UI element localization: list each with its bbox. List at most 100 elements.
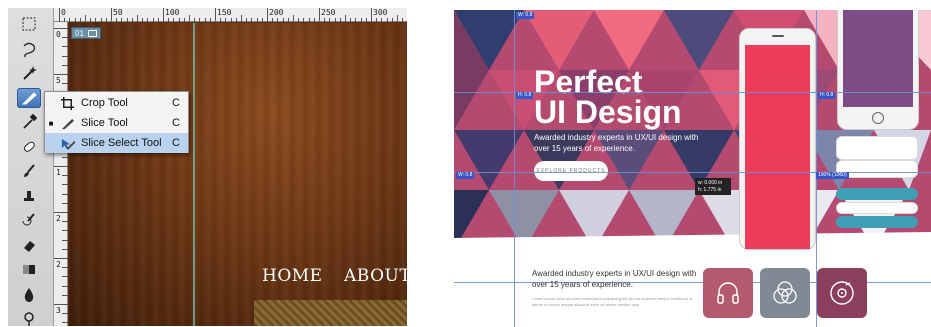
measurement-tooltip: w: 0.000 in h: 1.775 in xyxy=(695,178,731,195)
ruler-label: 300 xyxy=(373,8,388,17)
ruler-minor-tick xyxy=(360,18,362,22)
ruler-label: 0 xyxy=(56,30,61,39)
ruler-minor-tick xyxy=(62,322,68,324)
hero-section: Perfect UI Design Awarded industry exper… xyxy=(454,10,931,250)
ruler-minor-tick xyxy=(194,18,196,22)
ui-card xyxy=(836,202,918,214)
current-tool-bullet: ■ xyxy=(48,118,54,128)
feature-tile[interactable] xyxy=(703,268,753,318)
phone-mockup-purple xyxy=(837,10,919,130)
guide-badge: H: 0.8 xyxy=(516,92,534,99)
design-mockup: Perfect UI Design Awarded industry exper… xyxy=(454,10,931,327)
ruler-minor-tick xyxy=(397,15,398,22)
lower-body-text: Lorem ipsum dolor sit amet consectetur a… xyxy=(532,296,693,307)
tool-button[interactable] xyxy=(17,210,41,230)
shortcut-key: C xyxy=(172,97,180,109)
tool-button[interactable] xyxy=(17,63,41,83)
tool-button[interactable] xyxy=(17,39,41,59)
vertical-ruler[interactable]: 0511223 xyxy=(54,22,68,326)
explore-products-button[interactable]: EXPLORE PRODUCTS xyxy=(534,161,608,181)
guide-horizontal[interactable] xyxy=(454,172,931,173)
guide-badge: H: 0.8 xyxy=(818,92,836,99)
ruler-minor-tick xyxy=(62,313,68,315)
ruler-major-tick xyxy=(215,8,216,22)
ruler-minor-tick xyxy=(62,156,68,158)
ruler-minor-tick xyxy=(329,18,331,22)
lasso-icon xyxy=(23,42,36,57)
healing-brush-icon xyxy=(23,141,35,152)
history-brush-icon xyxy=(22,213,35,226)
ruler-minor-tick xyxy=(220,18,222,22)
ruler-major-tick xyxy=(111,8,112,22)
burlap-texture xyxy=(254,300,407,326)
tool-button[interactable] xyxy=(17,186,41,206)
marquee-icon xyxy=(22,17,36,31)
ruler-label: 2 xyxy=(56,260,61,269)
tool-button[interactable] xyxy=(17,161,41,181)
ruler-minor-tick xyxy=(62,37,68,39)
vertical-guide[interactable] xyxy=(193,23,195,326)
tool-button[interactable] xyxy=(17,259,41,279)
feature-tile[interactable] xyxy=(817,268,867,318)
guide-vertical[interactable] xyxy=(514,10,515,327)
ruler-minor-tick xyxy=(69,18,71,22)
flyout-item-label: Slice Select Tool xyxy=(81,137,162,149)
ruler-label: 1 xyxy=(56,168,61,177)
ruler-minor-tick xyxy=(334,18,336,22)
hero-title-line2: UI Design xyxy=(534,94,682,130)
horizontal-ruler[interactable]: 0 50 100 150 200 250 300 xyxy=(54,8,407,22)
ruler-minor-tick xyxy=(256,18,258,22)
flyout-item-slice-tool[interactable]: ■ Slice Tool C xyxy=(45,113,188,133)
feature-tile[interactable] xyxy=(760,268,810,318)
ui-card xyxy=(836,136,918,160)
phone-speaker xyxy=(771,35,784,37)
ruler-minor-tick xyxy=(62,221,68,223)
overlapping-circles-icon xyxy=(773,281,797,304)
ruler-minor-tick xyxy=(105,18,107,22)
ruler-major-tick xyxy=(54,28,68,29)
document-canvas[interactable]: 01 HOME ABOUT xyxy=(69,23,407,326)
slice-tool-icon xyxy=(21,91,37,104)
gradient-icon xyxy=(23,265,35,274)
ruler-label: 250 xyxy=(321,8,336,17)
ruler-minor-tick xyxy=(303,18,305,22)
clone-stamp-icon xyxy=(24,190,34,201)
ruler-minor-tick xyxy=(225,18,227,22)
ruler-minor-tick xyxy=(391,18,393,22)
ruler-minor-tick xyxy=(62,46,68,48)
ruler-major-tick xyxy=(54,304,68,305)
tool-button[interactable] xyxy=(17,14,41,34)
ruler-minor-tick xyxy=(173,18,175,22)
ruler-minor-tick xyxy=(62,175,68,177)
ruler-minor-tick xyxy=(62,193,68,195)
tool-button[interactable] xyxy=(17,235,41,255)
phone-home-button xyxy=(872,112,884,124)
tool-button[interactable] xyxy=(17,308,41,326)
tool-button[interactable] xyxy=(17,87,41,108)
ruler-minor-tick xyxy=(157,18,159,22)
ruler-major-tick xyxy=(319,8,320,22)
slice-number: 01 xyxy=(75,29,84,38)
measure-width: w: 0.000 in xyxy=(698,180,723,186)
tool-button[interactable] xyxy=(17,112,41,132)
shortcut-key: C xyxy=(172,137,180,149)
nav-home-text: HOME xyxy=(262,266,323,286)
flyout-item-slice-select-tool[interactable]: Slice Select Tool C xyxy=(45,133,188,153)
crop-icon xyxy=(57,95,77,111)
ruler-minor-tick xyxy=(79,18,81,22)
tool-button[interactable] xyxy=(17,137,41,157)
ruler-minor-tick xyxy=(246,18,248,22)
ruler-minor-tick xyxy=(386,18,388,22)
ruler-minor-tick xyxy=(345,15,346,22)
ruler-minor-tick xyxy=(62,267,68,269)
ruler-minor-tick xyxy=(183,18,185,22)
ruler-minor-tick xyxy=(62,276,68,278)
ruler-label: 200 xyxy=(269,8,284,17)
ruler-major-tick xyxy=(371,8,372,22)
ruler-minor-tick xyxy=(241,15,242,22)
tool-button[interactable] xyxy=(17,284,41,304)
ruler-minor-tick xyxy=(116,18,118,22)
ruler-major-tick xyxy=(54,74,68,75)
blur-icon xyxy=(24,287,34,302)
flyout-item-crop-tool[interactable]: Crop Tool C xyxy=(45,93,188,113)
